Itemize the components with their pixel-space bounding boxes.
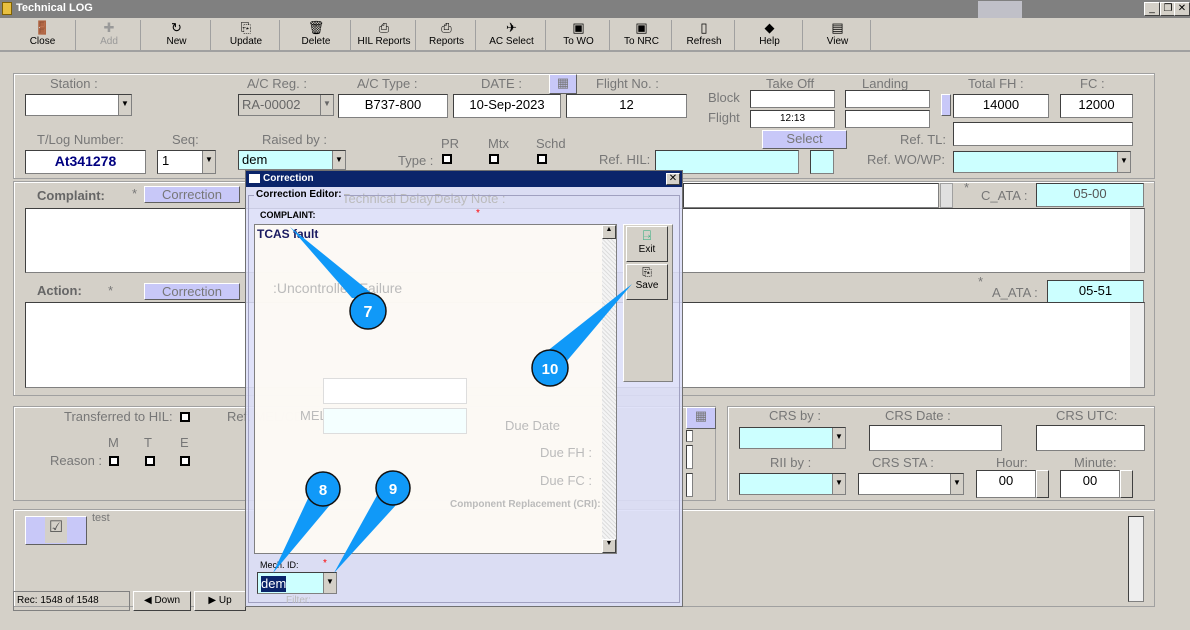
callout-10-label: 10 bbox=[542, 361, 559, 378]
callout-10: 10 bbox=[531, 284, 632, 387]
callout-8-label: 8 bbox=[319, 482, 327, 499]
callout-9: 9 bbox=[334, 470, 411, 573]
callouts-layer: 7 10 8 9 bbox=[273, 227, 632, 573]
callout-7: 7 bbox=[290, 227, 387, 330]
callout-9-label: 9 bbox=[389, 481, 397, 498]
callout-7-label: 7 bbox=[364, 304, 373, 321]
callout-8: 8 bbox=[273, 471, 341, 573]
